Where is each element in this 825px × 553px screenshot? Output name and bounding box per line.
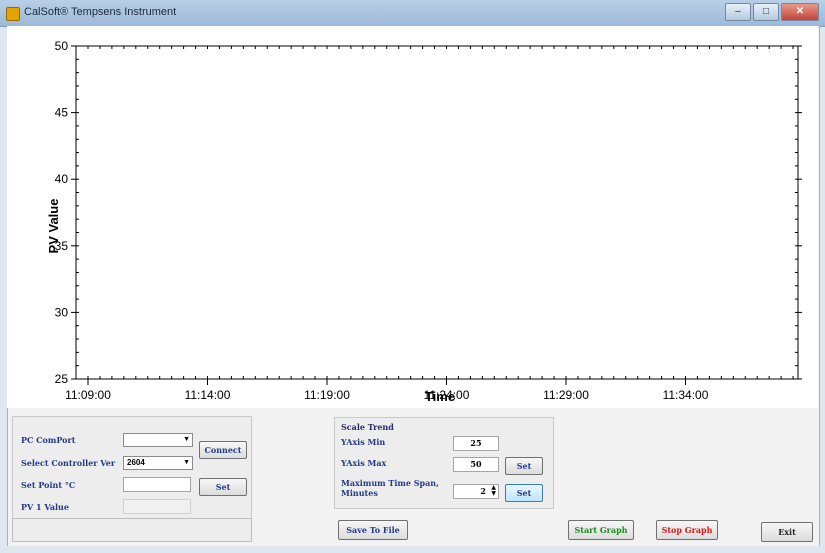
span-label-line2: Minutes xyxy=(341,488,378,498)
scale-trend-panel: Scale Trend YAxis Min 25 YAxis Max 50 Se… xyxy=(334,417,554,509)
ymax-set-button[interactable]: Set xyxy=(505,457,543,475)
window-controls: – □ ✕ xyxy=(723,3,819,21)
ymax-label: YAxis Max xyxy=(341,458,387,468)
ymax-input[interactable]: 50 xyxy=(453,457,499,472)
setpoint-label: Set Point °C xyxy=(21,480,76,490)
connection-panel: PC ComPort ▼ Connect Select Controller V… xyxy=(12,416,252,524)
ymin-input[interactable]: 25 xyxy=(453,436,499,451)
x-tick-label: 11:19:00 xyxy=(304,388,350,402)
window-title: CalSoft® Tempsens Instrument xyxy=(24,6,177,18)
trend-chart: 253035404550 11:09:00 11:14:00 11:19:00 11:… xyxy=(46,39,802,404)
com-port-label: PC ComPort xyxy=(21,435,76,445)
plot-frame xyxy=(75,45,799,380)
save-to-file-button[interactable]: Save To File xyxy=(338,520,408,540)
connect-button[interactable]: Connect xyxy=(199,441,247,459)
y-axis-label: PV Value xyxy=(46,199,61,254)
x-tick-label: 11:29:00 xyxy=(543,388,589,402)
y-tick-label: 25 xyxy=(55,372,69,386)
x-axis-label: Time xyxy=(425,389,455,404)
pv-label: PV 1 Value xyxy=(21,502,69,512)
maximize-button[interactable]: □ xyxy=(753,3,779,21)
controller-select[interactable]: 2604 ▼ xyxy=(123,456,193,470)
ymin-label: YAxis Min xyxy=(341,437,386,447)
span-label-line1: Maximum Time Span, xyxy=(341,478,439,488)
x-tick-label: 11:14:00 xyxy=(185,388,231,402)
y-tick-label: 50 xyxy=(55,39,69,53)
setpoint-set-button[interactable]: Set xyxy=(199,478,247,496)
app-icon xyxy=(6,7,20,21)
y-tick-label: 30 xyxy=(55,305,69,319)
x-tick-label: 11:09:00 xyxy=(65,388,111,402)
scale-trend-title: Scale Trend xyxy=(341,422,394,432)
controller-label: Select Controller Ver xyxy=(21,458,116,468)
stepper-arrows-icon[interactable]: ▲ ▼ xyxy=(491,485,496,497)
time-span-stepper[interactable]: 2 ▲ ▼ xyxy=(453,484,499,499)
status-bar xyxy=(12,518,252,542)
stop-graph-button[interactable]: Stop Graph xyxy=(656,520,718,540)
y-tick-label: 40 xyxy=(55,172,69,186)
title-bar: CalSoft® Tempsens Instrument – □ ✕ xyxy=(0,0,825,27)
start-graph-button[interactable]: Start Graph xyxy=(568,520,634,540)
close-button[interactable]: ✕ xyxy=(781,3,819,21)
setpoint-input[interactable] xyxy=(123,477,191,492)
chevron-down-icon: ▼ xyxy=(183,459,190,466)
chevron-down-icon: ▼ xyxy=(183,436,190,443)
com-port-select[interactable]: ▼ xyxy=(123,433,193,447)
x-tick-label: 11:34:00 xyxy=(663,388,709,402)
chart-area: 25 30 35 40 45 50 11:09:00 11:14:00 11:19:00 11:… xyxy=(7,26,818,408)
span-set-button[interactable]: Set xyxy=(505,484,543,502)
minimize-button[interactable]: – xyxy=(725,3,751,21)
exit-button[interactable]: Exit xyxy=(761,522,813,542)
y-tick-label: 45 xyxy=(55,106,69,120)
pv-value-field xyxy=(123,499,191,514)
